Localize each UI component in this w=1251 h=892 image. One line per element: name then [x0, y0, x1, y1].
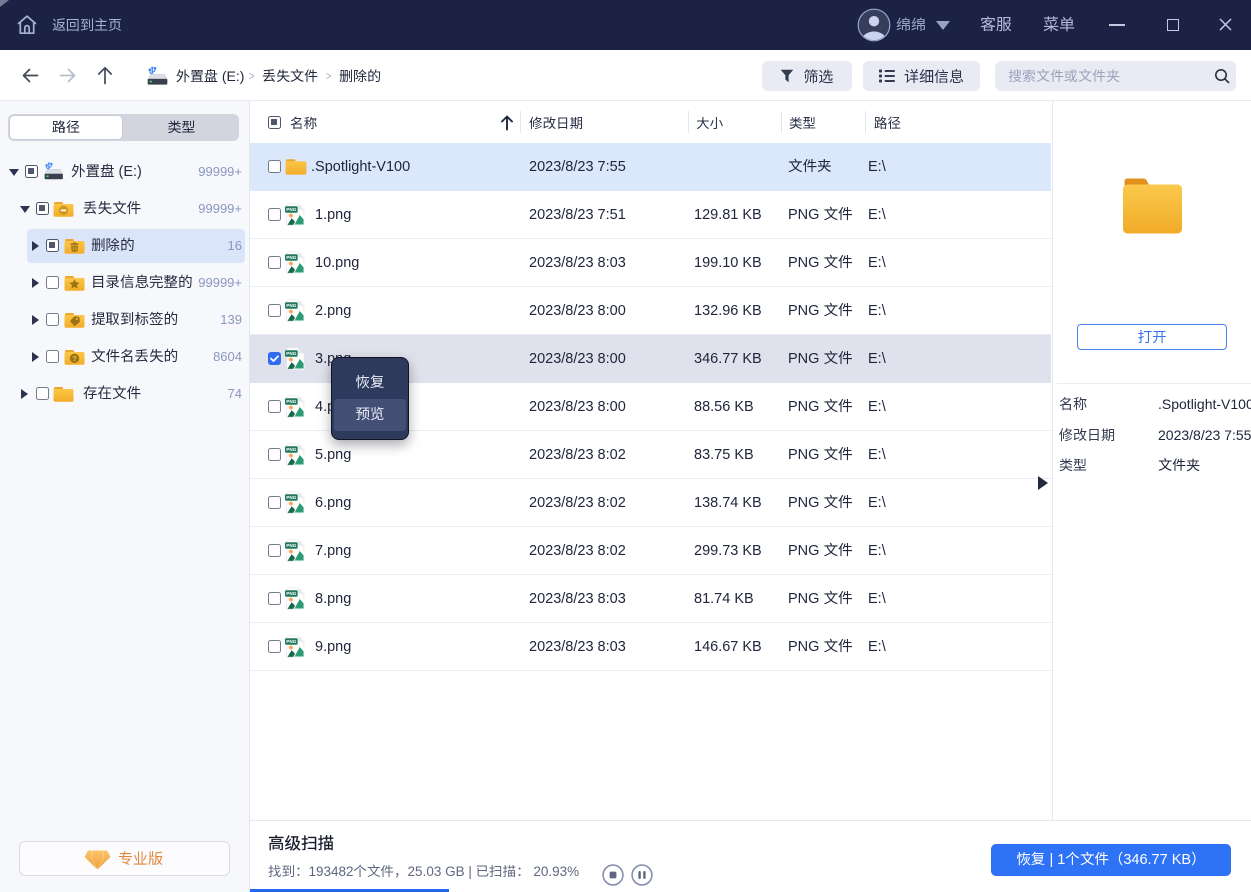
svg-text:?: ?	[72, 354, 77, 363]
